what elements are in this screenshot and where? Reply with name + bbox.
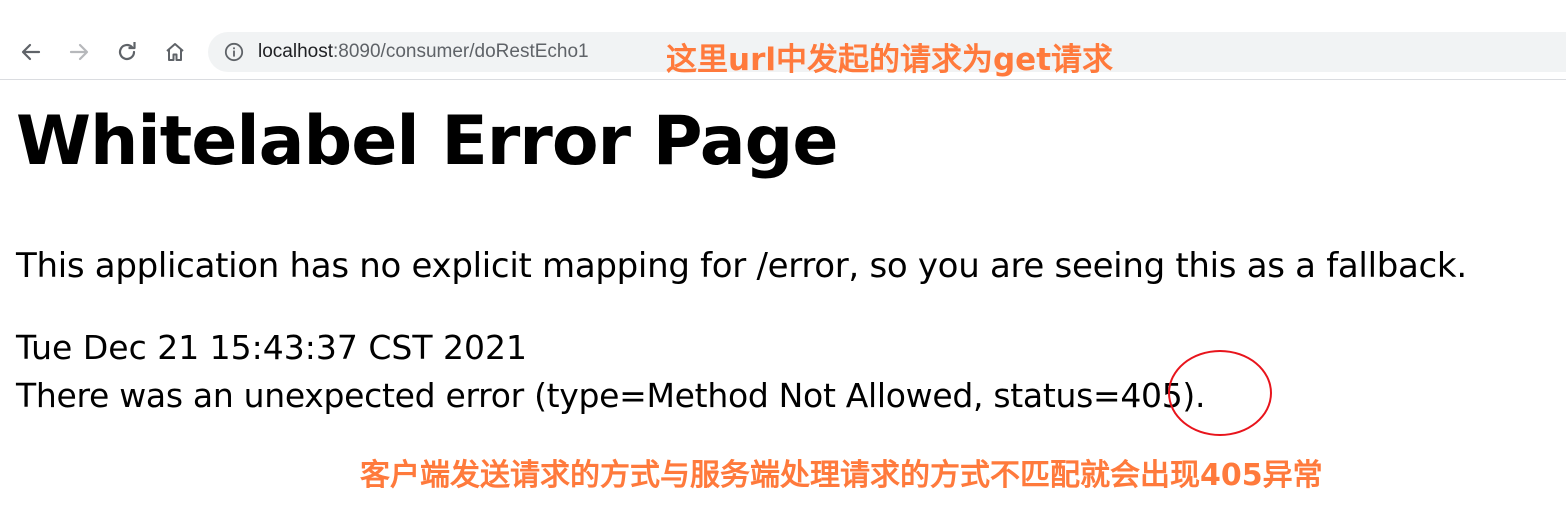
page-title: Whitelabel Error Page [16, 102, 838, 181]
forward-arrow-icon [69, 43, 89, 61]
home-button[interactable] [158, 35, 192, 69]
home-icon [166, 43, 184, 61]
url-text[interactable]: localhost:8090/consumer/doRestEcho1 [258, 41, 589, 63]
info-icon[interactable] [224, 42, 244, 62]
back-arrow-icon [21, 43, 41, 61]
url-port: :8090 [333, 41, 381, 62]
fallback-message: This application has no explicit mapping… [16, 246, 1467, 286]
annotation-top: 这里url中发起的请求为get请求 [666, 42, 1114, 78]
reload-icon [118, 42, 136, 61]
annotation-bottom: 客户端发送请求的方式与服务端处理请求的方式不匹配就会出现405异常 [360, 458, 1323, 493]
url-host: localhost [258, 41, 333, 62]
error-timestamp: Tue Dec 21 15:43:37 CST 2021 [16, 328, 528, 367]
back-button[interactable] [14, 35, 48, 69]
url-path: /consumer/doRestEcho1 [380, 41, 589, 62]
status-highlight-circle [1168, 350, 1272, 436]
error-detail: There was an unexpected error (type=Meth… [16, 376, 1206, 415]
reload-button[interactable] [110, 35, 144, 69]
forward-button[interactable] [62, 35, 96, 69]
